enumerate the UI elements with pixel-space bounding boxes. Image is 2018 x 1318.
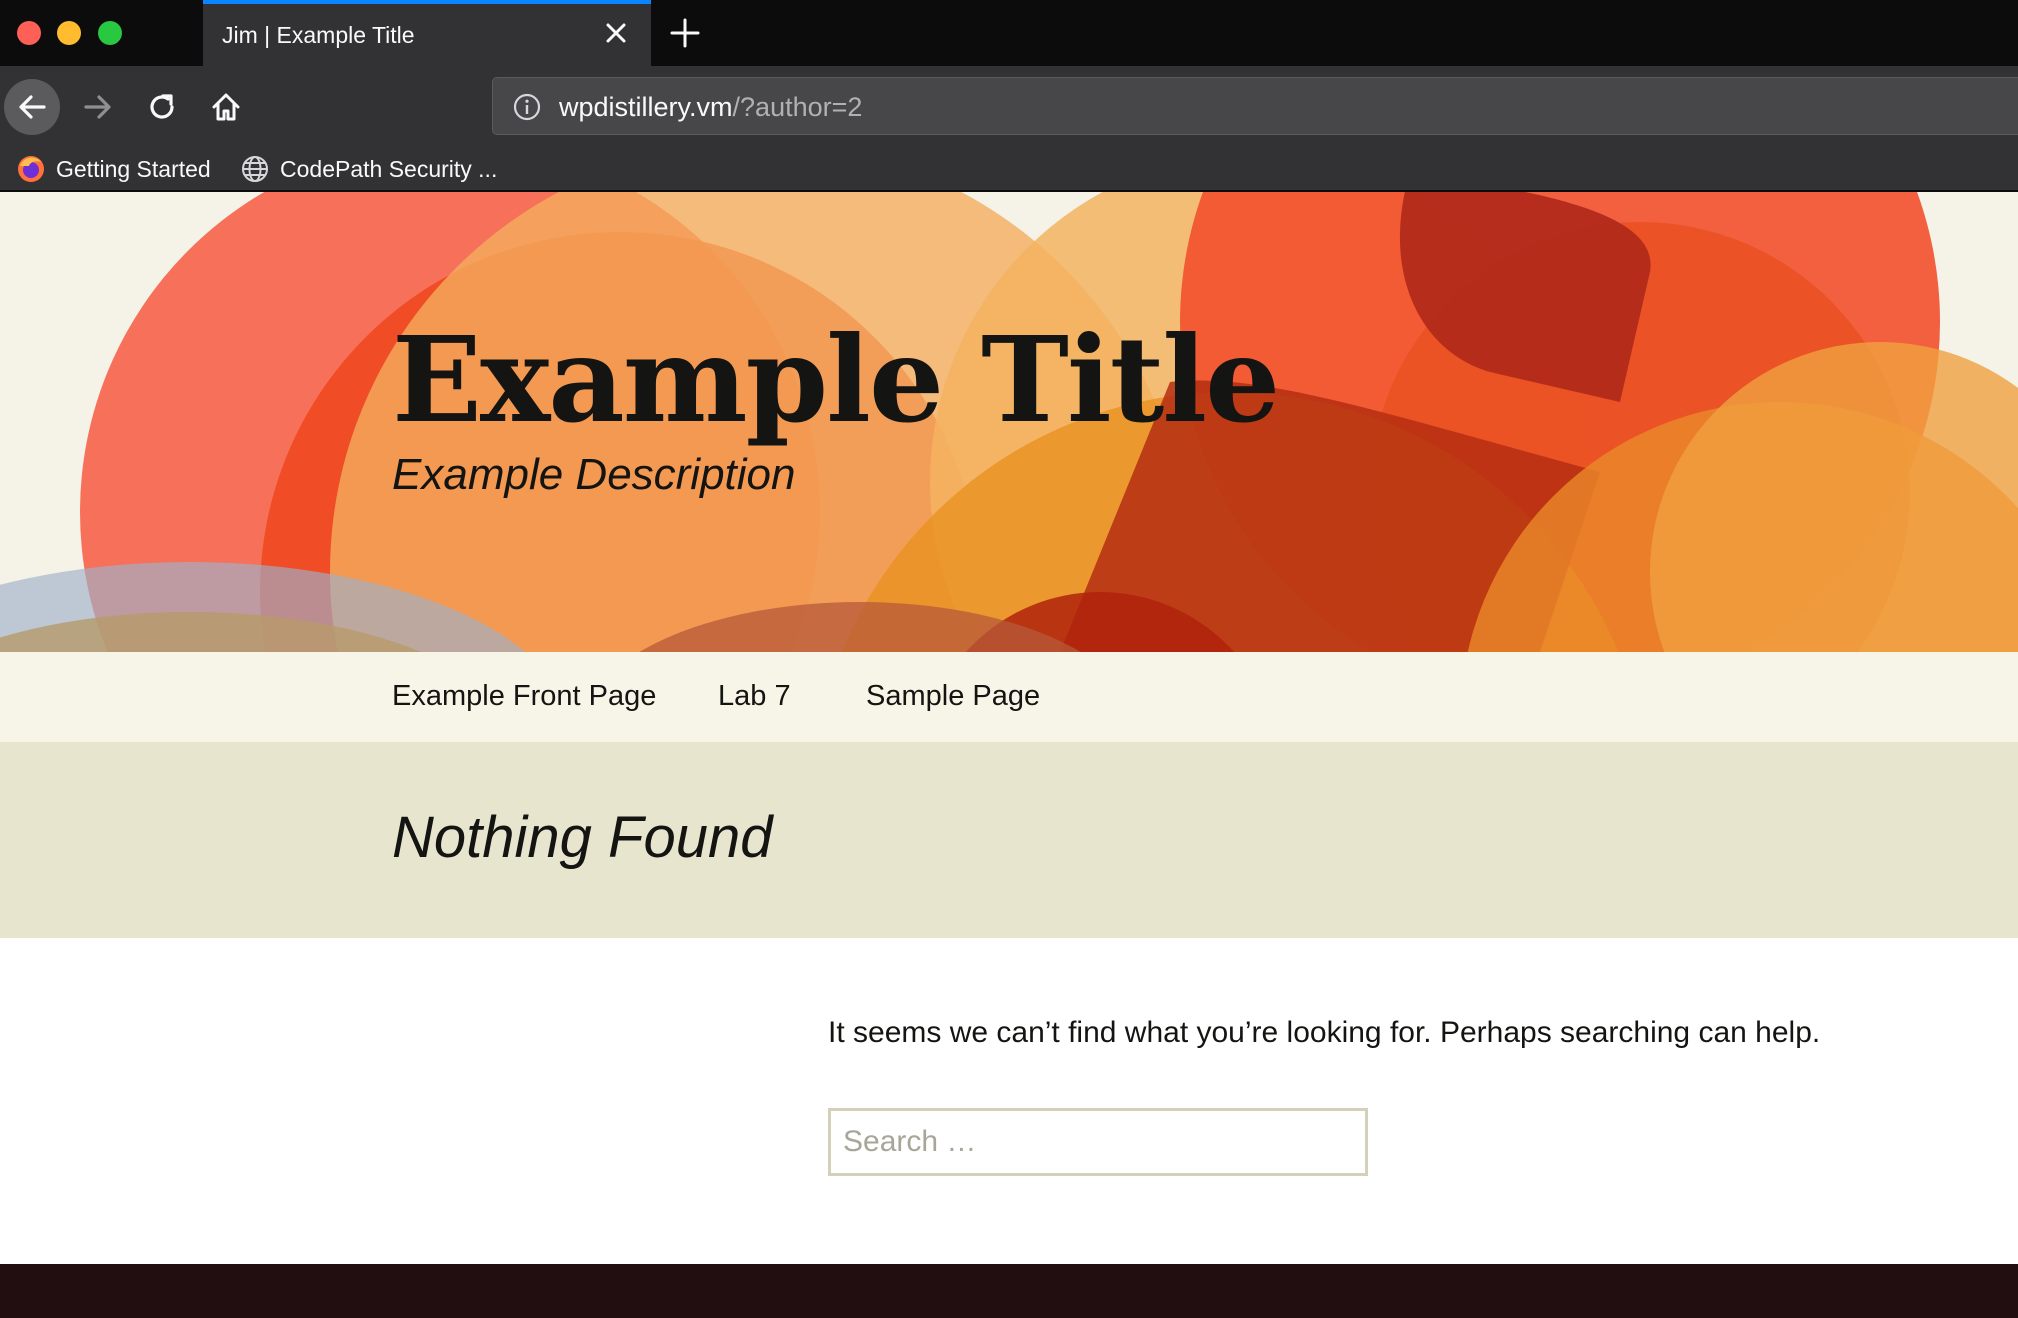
browser-toolbar: wpdistillery.vm/?author=2 bbox=[0, 66, 2018, 148]
forward-button[interactable] bbox=[70, 79, 126, 135]
arrow-right-icon bbox=[84, 95, 111, 119]
home-button[interactable] bbox=[198, 79, 254, 135]
reload-button[interactable] bbox=[134, 79, 190, 135]
globe-icon bbox=[242, 156, 268, 182]
url-text: wpdistillery.vm/?author=2 bbox=[559, 92, 862, 123]
page-title: Nothing Found bbox=[392, 805, 773, 870]
page-title-band: Nothing Found bbox=[0, 742, 2018, 938]
page-content: It seems we can’t find what you’re looki… bbox=[0, 938, 2018, 1256]
window-maximize-button[interactable] bbox=[98, 21, 122, 45]
browser-tab-active[interactable]: Jim | Example Title bbox=[203, 0, 651, 66]
bookmark-getting-started[interactable]: Getting Started bbox=[16, 154, 211, 184]
browser-tab-strip: Jim | Example Title bbox=[0, 0, 2018, 66]
bookmark-label: Getting Started bbox=[56, 155, 211, 182]
web-page: Example Title Example Description Exampl… bbox=[0, 192, 2018, 1318]
reload-icon bbox=[150, 94, 174, 119]
site-footer bbox=[0, 1264, 2018, 1318]
new-tab-icon[interactable] bbox=[668, 16, 702, 50]
info-icon[interactable] bbox=[513, 93, 541, 126]
firefox-icon bbox=[18, 156, 44, 182]
address-bar[interactable]: wpdistillery.vm/?author=2 bbox=[492, 77, 2018, 135]
site-title[interactable]: Example Title bbox=[392, 310, 1280, 449]
bookmark-label: CodePath Security ... bbox=[280, 155, 498, 182]
nav-item-lab-7[interactable]: Lab 7 bbox=[718, 680, 791, 713]
tab-title: Jim | Example Title bbox=[222, 22, 415, 48]
nav-item-example-front-page[interactable]: Example Front Page bbox=[392, 680, 656, 713]
window-close-button[interactable] bbox=[17, 21, 41, 45]
window-minimize-button[interactable] bbox=[57, 21, 81, 45]
no-results-message: It seems we can’t find what you’re looki… bbox=[828, 1016, 1821, 1049]
bookmarks-toolbar: Getting Started CodePath Security ... bbox=[0, 148, 2018, 192]
url-host: wpdistillery.vm bbox=[559, 92, 733, 122]
url-path: /?author=2 bbox=[732, 92, 863, 122]
site-header: Example Title Example Description bbox=[0, 192, 2018, 652]
back-button[interactable] bbox=[4, 79, 60, 135]
primary-navigation: Example Front Page Lab 7 Sample Page bbox=[0, 652, 2018, 742]
site-description: Example Description bbox=[392, 450, 796, 499]
arrow-left-icon bbox=[19, 95, 46, 119]
search-input[interactable] bbox=[828, 1108, 1368, 1176]
nav-item-sample-page[interactable]: Sample Page bbox=[866, 680, 1040, 713]
bookmark-codepath-security[interactable]: CodePath Security ... bbox=[240, 154, 497, 184]
home-icon bbox=[212, 93, 240, 121]
close-icon[interactable] bbox=[601, 18, 631, 48]
